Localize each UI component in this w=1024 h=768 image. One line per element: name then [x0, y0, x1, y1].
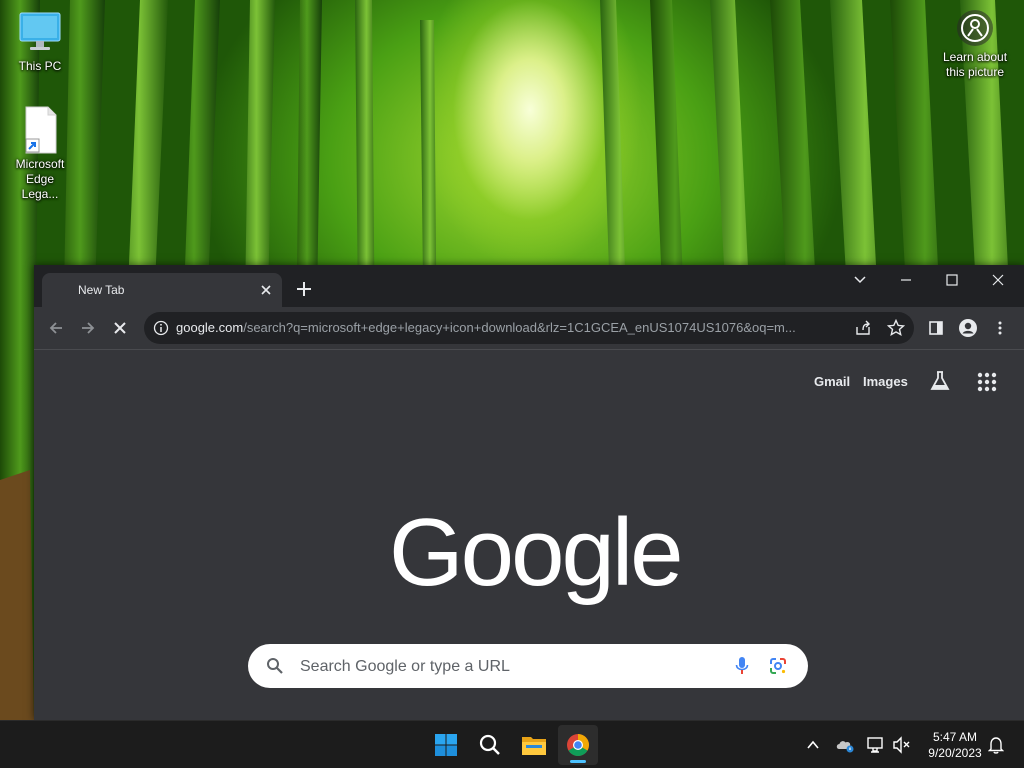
desktop-icon-label: Microsoft Edge Lega...	[15, 157, 65, 201]
minimize-icon	[901, 279, 911, 281]
file-explorer-button[interactable]	[514, 725, 554, 765]
search-input[interactable]	[298, 644, 722, 690]
clock-date: 9/20/2023	[928, 746, 982, 760]
cloud-icon	[836, 741, 854, 753]
search-icon	[266, 657, 284, 680]
chrome-icon	[567, 734, 589, 756]
bell-icon	[988, 737, 1004, 754]
learn-about-picture[interactable]: Learn about this picture	[936, 10, 1014, 80]
chrome-menu-button[interactable]	[989, 317, 1011, 339]
google-lens-icon[interactable]	[769, 657, 787, 680]
side-panel-icon	[929, 321, 943, 335]
new-tab-page: Gmail Images Google	[34, 350, 1024, 720]
url-text[interactable]: google.com/search?q=microsoft+edge+legac…	[176, 320, 806, 335]
chrome-window: New Tab google.com/search?q=microsoft+ed…	[34, 265, 1024, 720]
search-icon	[479, 734, 500, 755]
images-link[interactable]: Images	[863, 374, 908, 389]
address-bar[interactable]: google.com/search?q=microsoft+edge+legac…	[144, 312, 914, 344]
show-hidden-icons-button[interactable]	[803, 735, 823, 755]
new-tab-button[interactable]	[294, 279, 314, 299]
url-path: /search?q=microsoft+edge+legacy+icon+dow…	[243, 320, 796, 335]
share-icon[interactable]	[854, 320, 872, 341]
start-button[interactable]	[426, 725, 466, 765]
close-icon	[992, 274, 1004, 286]
kebab-menu-icon	[998, 321, 1002, 335]
chrome-taskbar-button[interactable]	[558, 725, 598, 765]
onedrive-tray-button[interactable]	[835, 735, 855, 755]
maximize-icon	[946, 274, 958, 286]
arrow-left-icon	[49, 322, 62, 334]
tab-search-button[interactable]	[837, 265, 883, 295]
ntp-search-box[interactable]	[248, 644, 808, 690]
title-bar: New Tab	[34, 265, 1024, 307]
google-logo: Google	[389, 499, 684, 606]
chevron-down-icon	[854, 276, 866, 284]
folder-icon	[522, 737, 546, 755]
labs-flask-icon[interactable]	[929, 370, 951, 397]
bookmark-star-icon[interactable]	[886, 318, 906, 342]
camera-icon	[957, 10, 993, 46]
taskbar-search-button[interactable]	[470, 725, 510, 765]
maximize-button[interactable]	[929, 265, 975, 295]
minimize-button[interactable]	[883, 265, 929, 295]
profile-button[interactable]	[957, 317, 979, 339]
apps-grid-icon[interactable]	[977, 372, 997, 397]
windows-logo-icon	[435, 734, 457, 756]
monitor-icon	[0, 12, 80, 56]
network-icon	[867, 737, 883, 753]
tab-title: New Tab	[78, 283, 125, 297]
desktop-icon-edge-legacy[interactable]: Microsoft Edge Lega...	[0, 106, 80, 202]
arrow-right-icon	[82, 322, 95, 334]
stop-loading-button[interactable]	[109, 317, 131, 339]
side-panel-button[interactable]	[925, 317, 947, 339]
forward-button[interactable]	[77, 317, 99, 339]
gmail-link[interactable]: Gmail	[814, 374, 850, 389]
back-button[interactable]	[45, 317, 67, 339]
volume-muted-icon	[893, 736, 910, 754]
document-shortcut-icon	[20, 106, 60, 154]
microphone-icon[interactable]	[735, 656, 749, 681]
info-icon[interactable]	[153, 320, 169, 341]
chevron-up-icon	[807, 740, 819, 749]
volume-tray-button[interactable]	[892, 735, 912, 755]
tab-close-icon[interactable]	[258, 282, 274, 298]
desktop-icon-label: This PC	[18, 59, 62, 73]
tab-new-tab[interactable]: New Tab	[42, 273, 282, 307]
desktop-icon-this-pc[interactable]: This PC	[0, 12, 80, 74]
close-icon	[114, 322, 126, 334]
active-app-indicator	[570, 760, 586, 763]
notifications-button[interactable]	[986, 735, 1006, 755]
close-window-button[interactable]	[975, 265, 1021, 295]
taskbar: 5:47 AM 9/20/2023	[0, 720, 1024, 768]
clock-time: 5:47 AM	[932, 730, 978, 744]
profile-icon	[959, 319, 977, 337]
learn-about-label: Learn about this picture	[942, 50, 1008, 79]
network-tray-button[interactable]	[866, 735, 886, 755]
url-host: google.com	[176, 320, 244, 335]
taskbar-clock[interactable]: 5:47 AM 9/20/2023	[920, 729, 990, 761]
toolbar: google.com/search?q=microsoft+edge+legac…	[34, 307, 1024, 349]
